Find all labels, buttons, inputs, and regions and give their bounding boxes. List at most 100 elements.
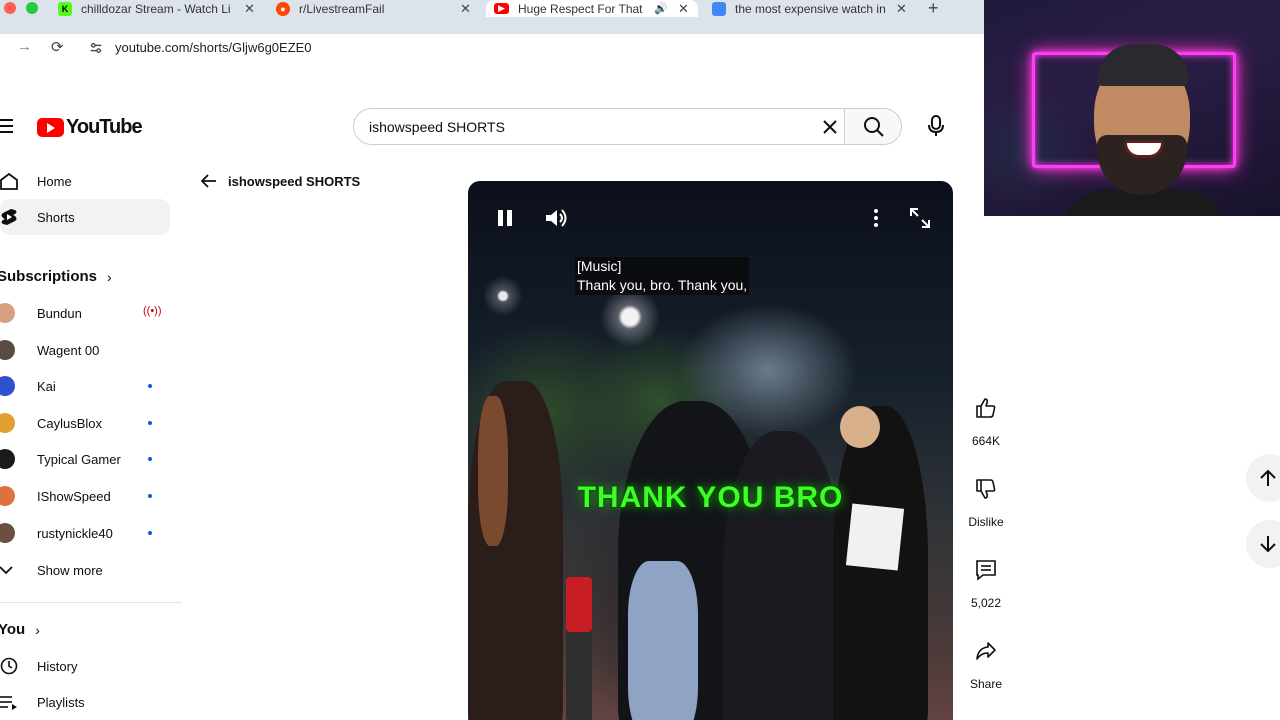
previous-video-button[interactable] [1246, 454, 1280, 502]
subscription-item[interactable]: CaylusBlox [0, 405, 170, 441]
channel-avatar [0, 340, 15, 360]
comment-count: 5,022 [970, 596, 1002, 610]
history-icon [0, 657, 18, 675]
sidebar-item-home[interactable]: Home [0, 163, 170, 199]
search-button[interactable] [844, 109, 901, 144]
you-heading[interactable]: You › [0, 621, 40, 638]
site-info-icon[interactable] [89, 41, 103, 55]
youtube-play-icon [37, 118, 64, 137]
subscriptions-title: Subscriptions [0, 268, 98, 285]
tab-title: r/LivestreamFail [299, 1, 385, 16]
webcam-overlay [984, 0, 1280, 216]
voice-search-button[interactable] [916, 106, 956, 146]
close-tab-icon[interactable]: ✕ [244, 1, 255, 17]
browser-tab-strip: K chilldozar Stream - Watch Li ✕ ● r/Liv… [0, 0, 984, 34]
new-content-dot [148, 494, 152, 498]
google-favicon-icon [712, 1, 726, 16]
playlists-icon [0, 696, 17, 710]
screen: K chilldozar Stream - Watch Li ✕ ● r/Liv… [0, 0, 1280, 720]
search-box [353, 108, 902, 145]
pause-icon[interactable] [492, 205, 518, 231]
address-bar: → ⟳ youtube.com/shorts/Gljw6g0EZE0 [0, 34, 984, 62]
sidebar-item-label: Kai [37, 378, 56, 394]
live-broadcast-icon: ((•)) [143, 305, 162, 317]
dislike-button-circle [964, 467, 1008, 511]
closed-captions: [Music] Thank you, bro. Thank you, [575, 257, 750, 295]
arrow-down-icon [1260, 536, 1276, 553]
menu-icon[interactable] [0, 119, 13, 137]
share-button-circle [964, 629, 1008, 673]
scene-hair [478, 396, 508, 546]
channel-avatar [0, 413, 15, 433]
fullscreen-icon[interactable] [907, 205, 933, 231]
share-label: Share [969, 677, 1003, 691]
window-zoom-dot[interactable] [26, 2, 38, 14]
caption-line: [Music] [577, 258, 622, 274]
channel-avatar [0, 376, 15, 396]
url-text[interactable]: youtube.com/shorts/Gljw6g0EZE0 [115, 40, 312, 55]
channel-avatar [0, 523, 15, 543]
subscription-item[interactable]: Bundun ((•)) [0, 295, 170, 331]
sidebar-item-label: History [37, 658, 78, 674]
dislike-button[interactable]: Dislike [962, 467, 1010, 529]
microphone-icon [928, 115, 944, 136]
shorts-icon [1, 209, 17, 225]
youtube-favicon-icon: ▶ [494, 3, 509, 14]
new-content-dot [148, 457, 152, 461]
back-to-search-link[interactable]: ishowspeed SHORTS [200, 172, 360, 190]
volume-icon[interactable] [543, 205, 569, 231]
browser-tab-2[interactable]: ● r/LivestreamFail ✕ [276, 0, 476, 17]
shorts-video-player[interactable]: [Music] Thank you, bro. Thank you, THANK… [468, 181, 953, 720]
next-video-button[interactable] [1246, 520, 1280, 568]
new-tab-icon[interactable]: + [928, 0, 939, 19]
sidebar-item-label: Shorts [37, 209, 75, 225]
channel-avatar [0, 303, 15, 323]
subscription-item[interactable]: Kai [0, 368, 170, 404]
caption-line: Thank you, bro. Thank you, [577, 277, 748, 293]
share-icon [976, 642, 996, 660]
more-options-icon[interactable] [863, 205, 889, 231]
close-tab-icon[interactable]: ✕ [678, 1, 689, 17]
subscription-item[interactable]: rustynickle40 [0, 515, 170, 551]
like-count: 664K [971, 434, 1001, 448]
like-button-circle [964, 386, 1008, 430]
subscription-item[interactable]: IShowSpeed [0, 478, 170, 514]
channel-avatar [0, 486, 15, 506]
browser-tab-3-active[interactable]: ▶ Huge Respect For That B 🔊 ✕ [486, 0, 698, 17]
kick-favicon-icon: K [58, 1, 72, 16]
close-tab-icon[interactable]: ✕ [896, 1, 907, 17]
reload-icon[interactable]: ⟳ [51, 38, 64, 56]
tab-title: the most expensive watch in [735, 1, 885, 16]
search-icon [864, 116, 884, 137]
scene-person-center [723, 431, 843, 720]
share-button[interactable]: Share [962, 629, 1010, 691]
youtube-logo[interactable]: YouTube [37, 116, 143, 139]
like-button[interactable]: 664K [962, 386, 1010, 448]
browser-tab-4[interactable]: the most expensive watch in ✕ [712, 0, 912, 17]
search-input[interactable] [354, 109, 844, 144]
sidebar-item-history[interactable]: History [0, 648, 170, 684]
comments-button[interactable]: 5,022 [962, 548, 1010, 610]
sidebar-divider [0, 602, 182, 603]
new-content-dot [148, 531, 152, 535]
close-tab-icon[interactable]: ✕ [460, 1, 471, 17]
audio-playing-icon[interactable]: 🔊 [654, 2, 668, 15]
window-close-dot[interactable] [4, 2, 16, 14]
browser-tab-1[interactable]: K chilldozar Stream - Watch Li ✕ [58, 0, 258, 17]
clear-search-icon[interactable] [820, 117, 840, 137]
sidebar-item-label: Show more [37, 562, 103, 578]
subscription-item[interactable]: Typical Gamer [0, 441, 170, 477]
sidebar-item-shorts[interactable]: Shorts [0, 199, 170, 235]
sidebar-item-playlists[interactable]: Playlists [0, 684, 170, 720]
sidebar-item-label: Playlists [37, 694, 85, 710]
show-more-button[interactable]: Show more [0, 552, 170, 588]
home-icon [0, 172, 18, 190]
forward-icon[interactable]: → [17, 38, 32, 55]
video-overlay-text: THANK YOU BRO [577, 481, 844, 514]
subscriptions-heading[interactable]: Subscriptions › [0, 268, 112, 285]
comments-button-circle [964, 548, 1008, 592]
subscription-item[interactable]: Wagent 00 [0, 332, 170, 368]
logo-text: YouTube [66, 116, 143, 138]
scene-shirt [628, 561, 698, 720]
channel-avatar [0, 449, 15, 469]
